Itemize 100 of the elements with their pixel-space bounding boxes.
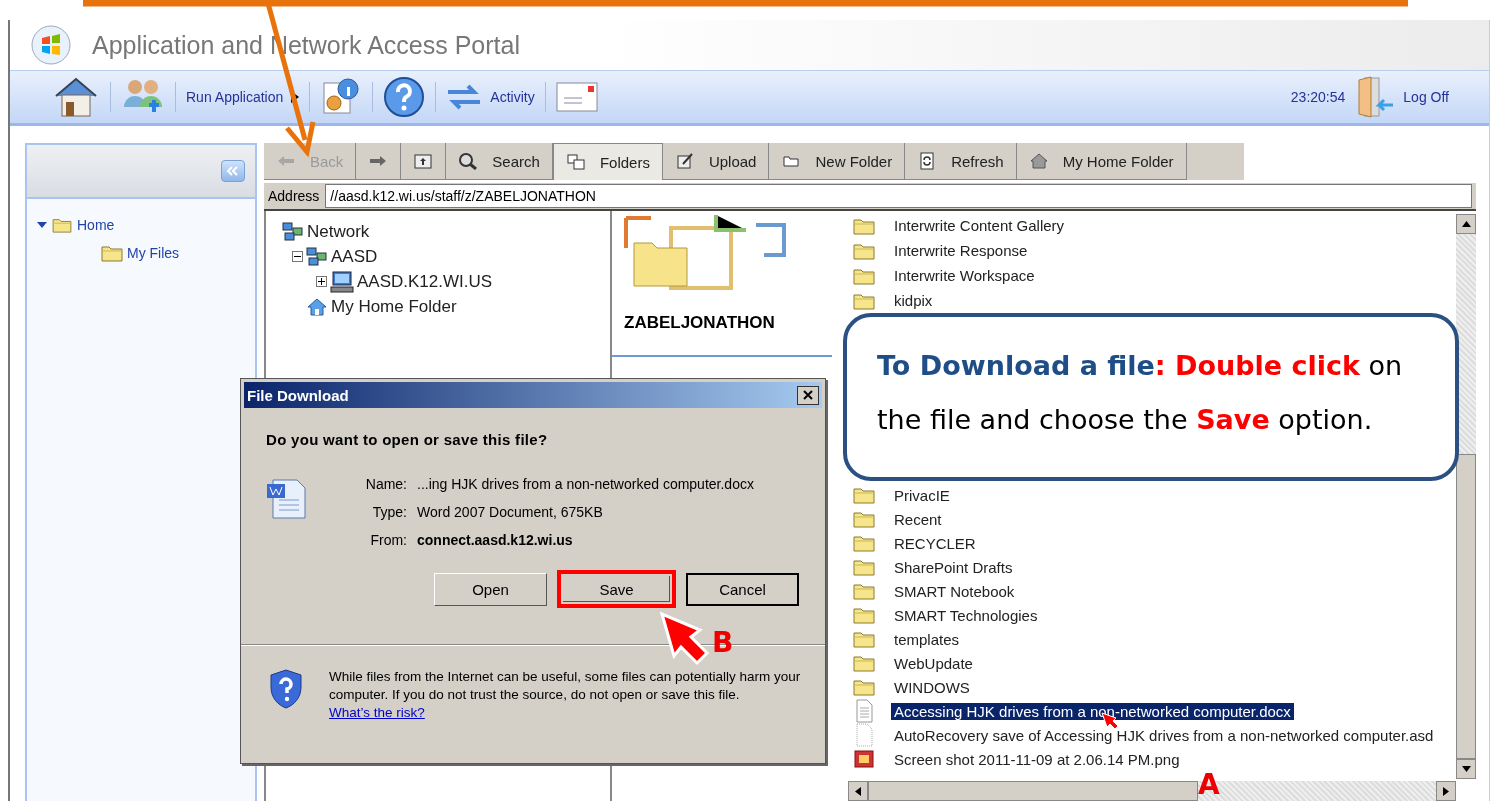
file-item[interactable]: AutoRecovery save of Accessing HJK drives from a non-networked computer.asd — [891, 726, 1437, 744]
scrollbar-thumb[interactable] — [868, 781, 1198, 801]
folder-icon — [853, 291, 875, 310]
folder-icon — [853, 534, 875, 552]
document-icon — [853, 699, 875, 723]
folder-icon — [853, 558, 875, 576]
sidebar-item[interactable]: My Files — [127, 245, 180, 261]
up-triangle-icon — [1461, 221, 1471, 227]
dialog-button[interactable]: Open — [434, 572, 547, 606]
file-item[interactable]: Interwrite Content Gallery — [891, 217, 1068, 234]
search-icon — [458, 152, 479, 170]
network-icon — [282, 221, 304, 242]
toolbar-button[interactable]: New Folder — [769, 143, 906, 180]
dialog-question: Do you want to open or save this file? — [266, 431, 549, 448]
tree-item[interactable]: AASD — [331, 246, 378, 267]
field-label: Type: — [371, 504, 407, 520]
file-item[interactable]: WebUpdate — [891, 654, 976, 672]
tree-item[interactable]: AASD.K12.WI.US — [357, 271, 493, 292]
double-chevron-icon — [226, 166, 240, 176]
field-label: From: — [369, 532, 407, 548]
image-file-icon — [853, 750, 875, 768]
collapse-button[interactable] — [221, 160, 245, 182]
folder-icon — [853, 630, 875, 648]
scroll-down-button[interactable] — [1456, 759, 1476, 779]
file-item[interactable]: SMART Technologies — [891, 606, 1041, 624]
toolbar-button[interactable]: My Home Folder — [1016, 143, 1187, 180]
folder-name: ZABELJONATHON — [612, 291, 832, 357]
left-triangle-icon — [855, 786, 861, 796]
field-value: ...ing HJK drives from a non-networked computer.docx — [417, 476, 754, 492]
cursor-arrow — [659, 611, 710, 666]
close-button[interactable] — [797, 385, 819, 405]
address-label: Address — [268, 188, 320, 204]
file-item[interactable]: Interwrite Response — [891, 242, 1031, 259]
dialog-button[interactable]: Save — [557, 570, 676, 608]
instruction-text: To Download a file: Double click on the file and choose the Save option. — [877, 349, 1404, 437]
toolbar-button[interactable]: Upload — [662, 143, 770, 180]
file-item[interactable]: Interwrite Workspace — [891, 267, 1038, 284]
file-icon — [853, 723, 875, 747]
folder-icon — [853, 606, 875, 624]
scroll-left-button[interactable] — [848, 781, 868, 801]
file-item[interactable]: PrivacIE — [891, 486, 953, 504]
activity-button[interactable]: Activity — [446, 84, 535, 110]
folder-icon — [853, 510, 875, 528]
file-item[interactable]: SharePoint Drafts — [891, 558, 1016, 576]
scrollbar-thumb[interactable] — [1456, 454, 1476, 759]
shield-question-icon — [269, 668, 303, 710]
warning-text: While files from the Internet can be useful, some files can potentially harm your computer. If you do not trust the source, do not open or save this file. What’s the risk? — [329, 668, 802, 722]
sidebar-item[interactable]: Home — [77, 217, 115, 233]
file-item[interactable]: Recent — [891, 510, 945, 528]
tree-item[interactable]: My Home Folder — [331, 296, 457, 317]
scroll-up-button[interactable] — [1456, 214, 1476, 234]
network-icon — [306, 246, 328, 267]
folder-icon — [853, 678, 875, 696]
folder-icon — [853, 654, 875, 672]
windows-logo-icon — [30, 24, 72, 66]
close-icon — [803, 390, 813, 400]
file-item[interactable]: RECYCLER — [891, 534, 979, 552]
toolbar-button[interactable]: Folders — [552, 143, 663, 180]
house-icon — [306, 296, 328, 317]
field-value: connect.aasd.k12.wi.us — [417, 532, 573, 548]
file-item[interactable]: SMART Notebook — [891, 582, 1018, 600]
risk-link[interactable]: What’s the risk? — [329, 705, 425, 720]
clock-time: 23:20:54 — [1290, 89, 1346, 105]
right-triangle-icon — [1443, 786, 1449, 796]
computer-icon — [330, 270, 354, 293]
dialog-title: File Download — [247, 386, 349, 404]
folder-icon — [853, 582, 875, 600]
field-value: Word 2007 Document, 675KB — [417, 504, 603, 520]
scroll-right-button[interactable] — [1436, 781, 1456, 801]
dialog-button[interactable]: Cancel — [686, 572, 799, 606]
toolbar-button[interactable] — [401, 143, 447, 180]
toolbar-button[interactable] — [356, 143, 402, 180]
expand-toggle[interactable] — [292, 251, 303, 262]
file-item[interactable]: kidpix — [891, 292, 936, 309]
folder-icon — [853, 241, 875, 260]
folder-icon — [51, 217, 73, 233]
file-item[interactable]: Accessing HJK drives from a non-networked computer.docx — [891, 702, 1294, 720]
expand-triangle-icon[interactable] — [37, 220, 47, 230]
help-icon[interactable] — [383, 76, 426, 118]
folder-up-icon — [413, 152, 434, 170]
tree-item[interactable]: Network — [307, 221, 370, 242]
upload-icon — [674, 152, 695, 170]
file-item[interactable]: templates — [891, 630, 963, 648]
address-field[interactable]: //aasd.k12.wi.us/staff/z/ZABELJONATHON — [325, 184, 1472, 208]
toolbar-button[interactable]: Search — [446, 143, 553, 180]
house-icon — [1028, 152, 1049, 170]
toolbar-button[interactable]: Refresh — [905, 143, 1017, 180]
file-item[interactable]: Screen shot 2011-11-09 at 2.06.14 PM.png — [891, 750, 1183, 768]
folder-icon — [853, 266, 875, 285]
marker-label: A — [1198, 768, 1220, 801]
mail-icon[interactable] — [555, 82, 598, 112]
expand-toggle[interactable] — [316, 276, 327, 287]
file-item[interactable]: WINDOWS — [891, 678, 973, 696]
swap-arrows-icon — [446, 84, 483, 110]
folder-icon — [853, 486, 875, 504]
door-icon — [1355, 75, 1396, 119]
log-off-button[interactable]: Log Off — [1355, 75, 1449, 119]
field-label: Name: — [365, 476, 407, 492]
down-triangle-icon — [1461, 766, 1471, 772]
folders-icon — [565, 153, 586, 171]
